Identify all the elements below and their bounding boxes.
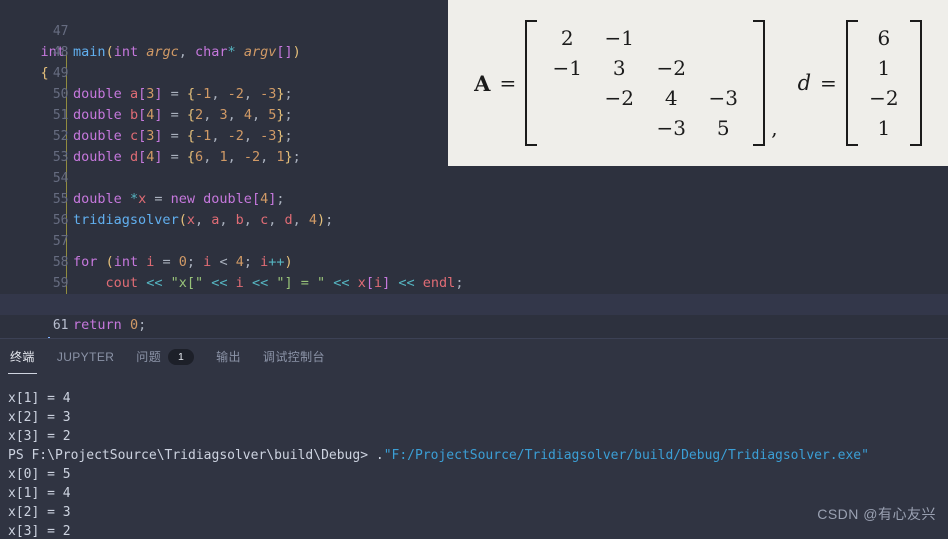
bracket-right-d [909, 20, 922, 146]
comma-separator: , [771, 116, 778, 140]
tab-problems[interactable]: 问题 1 [134, 340, 196, 374]
cell-d-2: −2 [869, 86, 899, 110]
equals-sign-A: = [499, 71, 517, 95]
cell-A-3-1 [593, 113, 645, 143]
panel-tab-bar: 终端 JUPYTER 问题 1 输出 调试控制台 [0, 339, 948, 375]
tab-debug-console[interactable]: 调试控制台 [261, 340, 327, 374]
cell-A-1-2: −2 [656, 56, 686, 80]
terminal-line: x[3] = 2 [8, 429, 71, 444]
cell-A-0-0: 2 [560, 26, 574, 50]
terminal-prompt-path: PS F:\ProjectSource\Tridiagsolver\build\… [8, 448, 384, 463]
cell-A-2-2: 4 [664, 86, 678, 110]
bracket-left-A [525, 20, 538, 146]
code-line[interactable]: 59 [0, 252, 948, 291]
cell-A-2-0 [541, 83, 593, 113]
equation-row: A = 2 −1 −1 3 −2 −2 4 −3 −3 5 , d = 6 1 … [474, 20, 922, 146]
matrix-A: 2 −1 −1 3 −2 −2 4 −3 −3 5 [525, 20, 766, 146]
problems-count-badge: 1 [168, 348, 195, 365]
terminal-prompt-line: PS F:\ProjectSource\Tridiagsolver\build\… [8, 446, 940, 465]
tab-problems-label: 问题 [136, 350, 162, 364]
token-keyword-return: return [73, 317, 122, 333]
terminal-line: x[0] = 5 [8, 467, 71, 482]
matrix-A-label: A [474, 70, 491, 96]
terminal-line: x[1] = 4 [8, 486, 71, 501]
tab-jupyter-label: JUPYTER [56, 349, 115, 364]
code-line[interactable]: 60 return 0; [0, 273, 948, 333]
cell-A-0-3 [697, 23, 749, 53]
cell-d-3: 1 [877, 116, 891, 140]
cell-A-1-1: 3 [612, 56, 626, 80]
cell-A-0-2 [645, 23, 697, 53]
cell-d-0: 6 [877, 26, 891, 50]
bracket-right-A [753, 20, 766, 146]
matrix-equation-overlay: A = 2 −1 −1 3 −2 −2 4 −3 −3 5 , d = 6 1 … [448, 0, 948, 166]
cell-d-1: 1 [877, 56, 891, 80]
terminal-output[interactable]: x[1] = 4 x[2] = 3 x[3] = 2 PS F:\Project… [0, 383, 948, 539]
tab-terminal-label: 终端 [10, 350, 35, 364]
terminal-line: x[2] = 3 [8, 505, 71, 520]
vector-d: 6 1 −2 1 [845, 20, 922, 146]
cell-A-0-1: −1 [604, 26, 634, 50]
tab-terminal[interactable]: 终端 [8, 340, 37, 374]
csdn-watermark: CSDN @有心友兴 [817, 506, 936, 522]
equals-sign-d: = [820, 71, 837, 95]
bottom-panel: 终端 JUPYTER 问题 1 输出 调试控制台 x[1] = 4 x[2] =… [0, 338, 948, 539]
vector-d-label: d [797, 71, 812, 95]
code-line[interactable]: 55 tridiagsolver(x, a, b, c, d, 4); [0, 168, 948, 228]
tab-output-label: 输出 [216, 350, 241, 364]
cell-A-2-1: −2 [604, 86, 634, 110]
cell-A-1-0: −1 [552, 56, 582, 80]
code-line[interactable]: 56 [0, 189, 948, 228]
tab-output[interactable]: 输出 [214, 340, 243, 374]
bracket-left-d [845, 20, 858, 146]
cell-A-1-3 [697, 53, 749, 83]
line-number: 61 [52, 318, 69, 333]
vector-d-grid: 6 1 −2 1 [858, 20, 910, 146]
terminal-line: x[1] = 4 [8, 391, 71, 406]
matrix-A-grid: 2 −1 −1 3 −2 −2 4 −3 −3 5 [537, 20, 753, 146]
cell-A-3-0 [541, 113, 593, 143]
terminal-line: x[2] = 3 [8, 410, 71, 425]
terminal-line: x[3] = 2 [8, 524, 71, 539]
tab-jupyter[interactable]: JUPYTER [55, 342, 116, 373]
tab-debug-console-label: 调试控制台 [262, 350, 325, 364]
code-line[interactable]: 58 cout << "x[" << i << "] = " << x[i] <… [0, 231, 948, 291]
cell-A-3-2: −3 [656, 116, 686, 140]
code-line[interactable]: 57 for (int i = 0; i < 4; i++) [0, 210, 948, 270]
cell-A-3-3: 5 [716, 116, 730, 140]
cell-A-2-3: −3 [708, 86, 738, 110]
code-line-active[interactable]: 61 } [0, 294, 948, 338]
terminal-command: "F:/ProjectSource/Tridiagsolver/build/De… [383, 448, 869, 463]
